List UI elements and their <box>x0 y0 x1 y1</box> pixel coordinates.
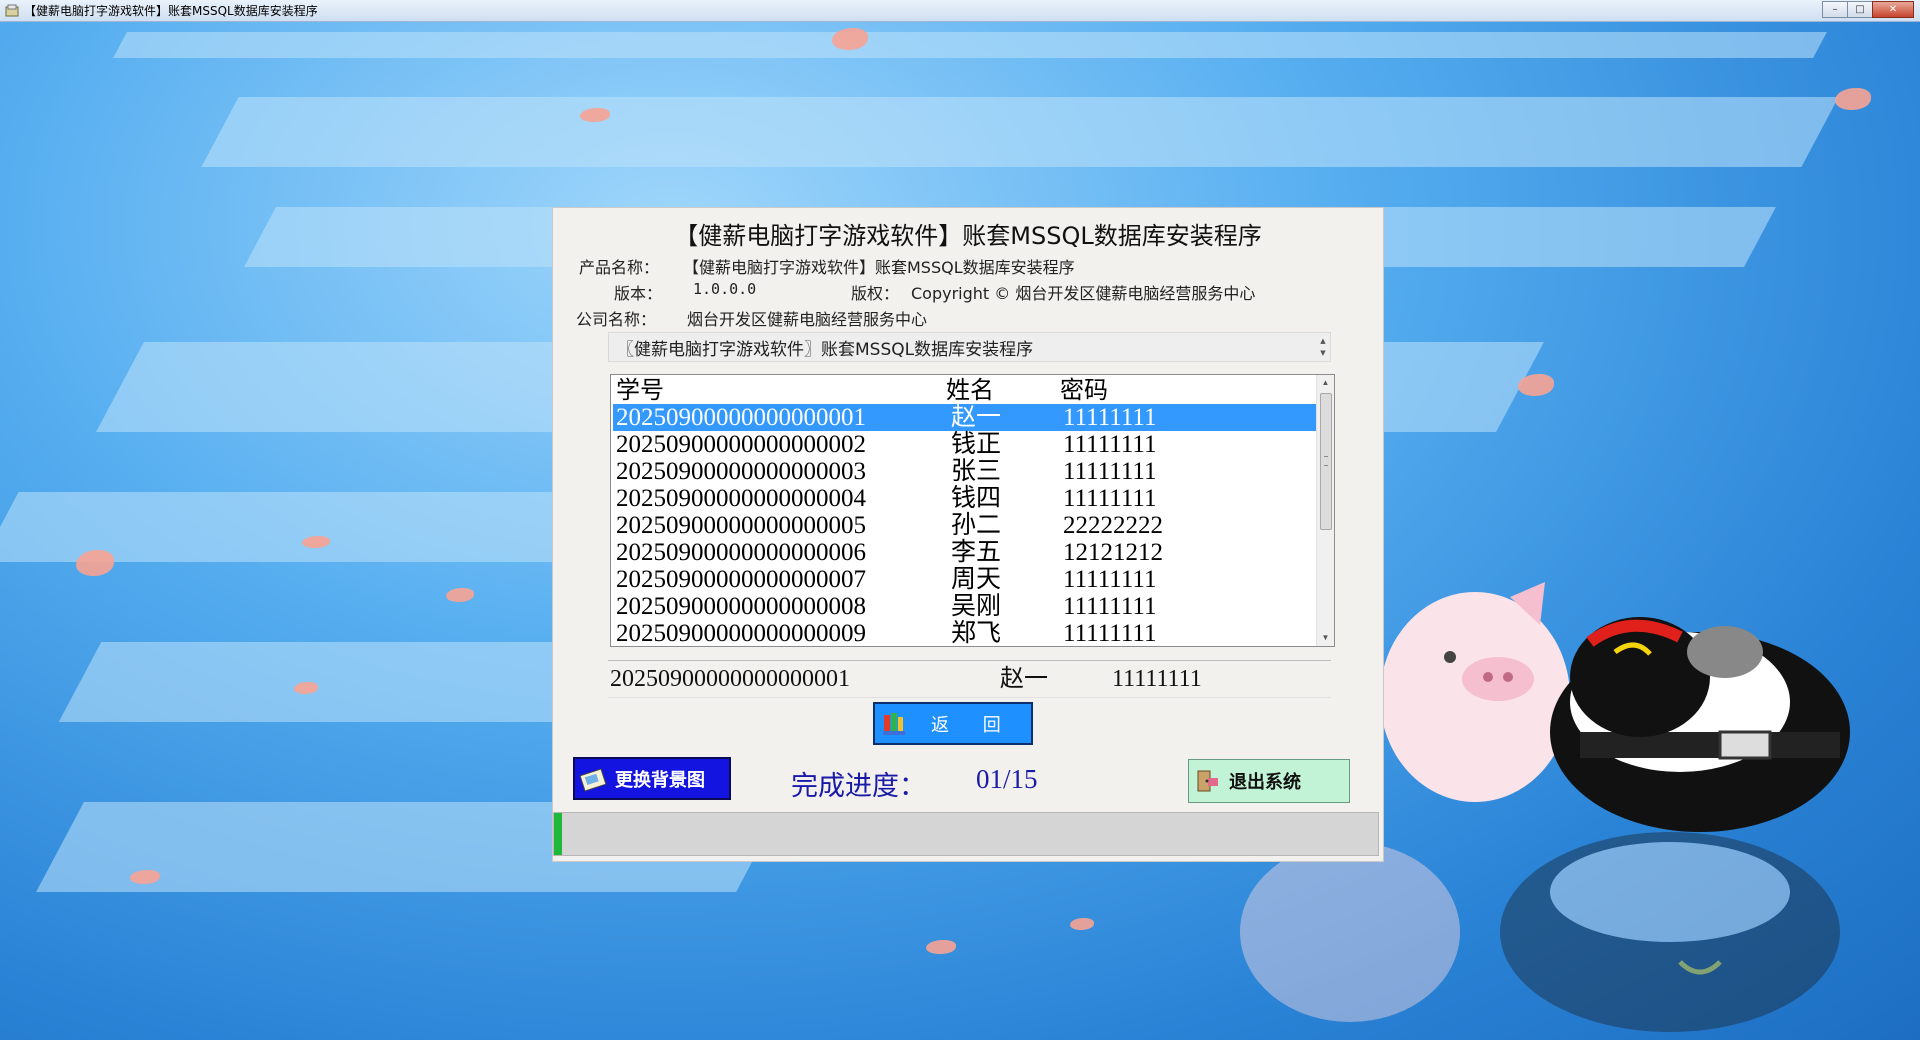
scroll-thumb[interactable] <box>1320 393 1332 530</box>
dialog-title: 【健薪电脑打字游戏软件】账套MSSQL数据库安装程序 <box>674 222 1262 250</box>
list-item[interactable]: 20250900000000000003 张三 11111111 <box>613 458 1317 485</box>
cell-password: 22222222 <box>1063 512 1163 539</box>
install-dialog: 【健薪电脑打字游戏软件】账套MSSQL数据库安装程序 产品名称： 【健薪电脑打字… <box>553 208 1383 861</box>
bg-stripe <box>201 97 1839 167</box>
company-label: 公司名称： <box>576 310 657 329</box>
black-pig-illustration <box>1550 617 1850 832</box>
description-text: 〖健薪电脑打字游戏软件〗账套MSSQL数据库安装程序 <box>617 340 1034 360</box>
description-box[interactable]: 〖健薪电脑打字游戏软件〗账套MSSQL数据库安装程序 ▲ ▼ <box>608 332 1331 362</box>
grip-icon <box>1324 456 1328 466</box>
copyright-label: 版权： <box>851 284 900 303</box>
exit-button-label: 退出系统 <box>1229 772 1301 793</box>
change-background-label: 更换背景图 <box>615 769 705 791</box>
product-value: 【健薪电脑打字游戏软件】账套MSSQL数据库安装程序 <box>683 258 1075 277</box>
cell-password: 11111111 <box>1063 593 1157 620</box>
cell-password: 12121212 <box>1063 539 1163 566</box>
list-item[interactable]: 20250900000000000001 赵一 11111111 <box>613 404 1317 431</box>
list-scrollbar[interactable]: ▲ ▼ <box>1316 375 1334 646</box>
cell-name: 李五 <box>951 539 1002 566</box>
scroll-up-arrow-icon[interactable]: ▲ <box>1317 375 1334 391</box>
petal-decoration <box>1070 918 1094 930</box>
product-label: 产品名称： <box>579 258 660 277</box>
cell-id: 20250900000000000009 <box>616 620 866 647</box>
cell-id: 20250900000000000007 <box>616 566 866 593</box>
cell-name: 吴刚 <box>951 593 1002 620</box>
window-title: 【健薪电脑打字游戏软件】账套MSSQL数据库安装程序 <box>24 4 318 18</box>
close-button[interactable]: ✕ <box>1872 1 1914 18</box>
bg-stripe <box>113 32 1827 58</box>
description-spinner[interactable]: ▲ ▼ <box>1318 335 1328 359</box>
cell-name: 张三 <box>951 458 1002 485</box>
cell-name: 周天 <box>951 566 1002 593</box>
list-header: 学号 姓名 密码 <box>613 377 1317 404</box>
selected-record: 20250900000000000001 赵一 11111111 <box>608 660 1331 698</box>
column-header-name: 姓名 <box>946 376 994 404</box>
cell-id: 20250900000000000001 <box>616 404 866 431</box>
progress-label: 完成进度： <box>791 771 926 802</box>
app-icon <box>4 3 20 19</box>
back-button-label: 返 回 <box>931 714 1015 736</box>
version-label: 版本： <box>614 284 663 303</box>
exit-door-icon <box>1193 766 1223 796</box>
column-header-password: 密码 <box>1060 376 1108 404</box>
list-item[interactable]: 20250900000000000007 周天 11111111 <box>613 566 1317 593</box>
petal-decoration <box>1835 88 1871 110</box>
cell-password: 11111111 <box>1063 620 1157 647</box>
cell-name: 钱四 <box>951 485 1002 512</box>
selected-name: 赵一 <box>1000 666 1048 692</box>
cell-id: 20250900000000000003 <box>616 458 866 485</box>
back-button[interactable]: 返 回 <box>873 702 1033 745</box>
cell-id: 20250900000000000005 <box>616 512 866 539</box>
cell-id: 20250900000000000008 <box>616 593 866 620</box>
cell-password: 11111111 <box>1063 485 1157 512</box>
petal-decoration <box>926 940 956 954</box>
list-item[interactable]: 20250900000000000009 郑飞 11111111 <box>613 620 1317 647</box>
cell-password: 11111111 <box>1063 431 1157 458</box>
cell-name: 赵一 <box>951 404 1002 431</box>
window-titlebar: 【健薪电脑打字游戏软件】账套MSSQL数据库安装程序 – □ ✕ <box>0 0 1920 22</box>
cell-password: 11111111 <box>1063 566 1157 593</box>
progress-bar-fill <box>554 813 562 855</box>
column-header-id: 学号 <box>616 376 664 404</box>
student-list[interactable]: 学号 姓名 密码 20250900000000000001 赵一 1111111… <box>610 374 1335 647</box>
progress-bar <box>553 812 1379 856</box>
cell-name: 郑飞 <box>951 620 1002 647</box>
cell-name: 孙二 <box>951 512 1002 539</box>
cell-id: 20250900000000000004 <box>616 485 866 512</box>
version-value: 1.0.0.0 <box>693 280 757 298</box>
copyright-value: Copyright © 烟台开发区健薪电脑经营服务中心 <box>911 284 1256 303</box>
scroll-down-arrow-icon[interactable]: ▼ <box>1317 630 1334 646</box>
petal-decoration <box>1518 374 1554 396</box>
cell-id: 20250900000000000002 <box>616 431 866 458</box>
cell-id: 20250900000000000006 <box>616 539 866 566</box>
maximize-button[interactable]: □ <box>1847 1 1873 18</box>
list-item[interactable]: 20250900000000000008 吴刚 11111111 <box>613 593 1317 620</box>
petal-decoration <box>446 588 474 602</box>
list-item[interactable]: 20250900000000000006 李五 12121212 <box>613 539 1317 566</box>
petal-decoration <box>76 550 114 576</box>
cell-password: 11111111 <box>1063 404 1157 431</box>
change-background-button[interactable]: 更换背景图 <box>573 757 731 800</box>
selected-password: 11111111 <box>1112 666 1202 692</box>
window-controls: – □ ✕ <box>1822 1 1914 18</box>
cell-name: 钱正 <box>951 431 1002 458</box>
selected-id: 20250900000000000001 <box>610 666 850 692</box>
minimize-button[interactable]: – <box>1822 1 1848 18</box>
exit-button[interactable]: 退出系统 <box>1188 759 1350 803</box>
books-icon <box>879 709 909 739</box>
list-item[interactable]: 20250900000000000004 钱四 11111111 <box>613 485 1317 512</box>
progress-value: 01/15 <box>976 764 1038 794</box>
picture-book-icon <box>579 764 609 794</box>
cell-password: 11111111 <box>1063 458 1157 485</box>
list-item[interactable]: 20250900000000000002 钱正 11111111 <box>613 431 1317 458</box>
list-item[interactable]: 20250900000000000005 孙二 22222222 <box>613 512 1317 539</box>
company-value: 烟台开发区健薪电脑经营服务中心 <box>687 310 928 329</box>
